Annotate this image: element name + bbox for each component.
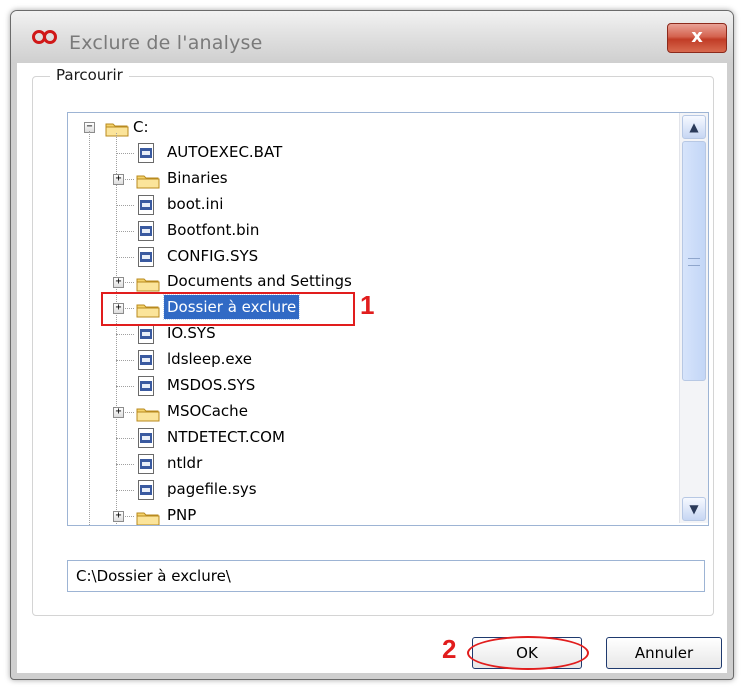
app-logo-icon [32, 30, 57, 44]
tree-file-row[interactable]: ldsleep.exe [68, 347, 668, 373]
tree-guide-line [116, 230, 134, 232]
tree-file-row[interactable]: AUTOEXEC.BAT [68, 140, 668, 166]
annotation-highlight-ellipse [467, 636, 589, 670]
file-icon [138, 453, 154, 474]
file-icon [138, 142, 154, 163]
tree-guide-line [116, 334, 134, 336]
tree-guide-line [116, 256, 134, 258]
file-icon [138, 220, 154, 241]
tree-file-row[interactable]: ntldr [68, 451, 668, 477]
file-icon [138, 479, 154, 500]
tree-file-row[interactable]: boot.ini [68, 192, 668, 218]
tree-item-label: MSOCache [167, 401, 248, 420]
tree-item-label: Documents and Settings [167, 272, 352, 291]
tree-file-row[interactable]: Bootfont.bin [68, 218, 668, 244]
tree-item-label: CONFIG.SYS [167, 246, 259, 265]
tree-item-label: NTDETECT.COM [167, 427, 285, 446]
close-icon: x [691, 26, 703, 47]
file-icon [138, 324, 154, 345]
annotation-step-2: 2 [442, 634, 457, 664]
window-title: Exclure de l'analyse [69, 32, 263, 54]
scroll-down-button[interactable]: ▼ [682, 497, 706, 521]
expand-toggle-icon[interactable]: + [113, 277, 124, 289]
tree-guide-line [116, 463, 134, 465]
title-bar[interactable]: Exclure de l'analyse x [11, 11, 733, 63]
file-icon [138, 376, 154, 396]
selected-path-value: C:\Dossier à exclure\ [76, 567, 231, 585]
tree-item-label: Bootfont.bin [167, 220, 260, 239]
tree-item-label: PNP [167, 505, 197, 524]
tree-file-row[interactable]: pagefile.sys [68, 477, 668, 503]
folder-icon [105, 119, 129, 137]
browse-group-label: Parcourir [50, 66, 129, 84]
tree-file-row[interactable]: MSDOS.SYS [68, 373, 668, 399]
folder-icon [136, 508, 160, 525]
tree-folder-row[interactable]: + PNP [68, 503, 668, 525]
tree-guide-line [116, 204, 134, 206]
tree-guide-line [116, 386, 134, 387]
tree-root-label: C: [133, 118, 149, 136]
tree-file-row[interactable]: NTDETECT.COM [68, 425, 668, 451]
tree-guide-line [116, 489, 134, 491]
tree-item-label: MSDOS.SYS [167, 376, 256, 394]
tree-root-row[interactable]: − C: [68, 114, 668, 140]
tree-item-label: ntldr [167, 453, 203, 472]
cancel-button[interactable]: Annuler [606, 637, 722, 669]
tree-item-label: boot.ini [167, 194, 224, 213]
tree-item-label: Binaries [167, 168, 228, 187]
selected-path-field[interactable]: C:\Dossier à exclure\ [67, 560, 705, 592]
tree-item-label: ldsleep.exe [167, 350, 253, 369]
tree-guide-line [116, 360, 134, 362]
file-icon [138, 350, 154, 371]
tree-file-row[interactable]: CONFIG.SYS [68, 244, 668, 270]
tree-folder-row[interactable]: + MSOCache [68, 399, 668, 425]
expand-toggle-icon[interactable]: + [113, 510, 124, 522]
expand-toggle-icon[interactable]: + [113, 173, 124, 185]
tree-guide-line [116, 152, 134, 154]
annotation-highlight-box [101, 292, 355, 326]
tree-folder-row[interactable]: + Binaries [68, 166, 668, 192]
file-icon [138, 194, 154, 215]
folder-icon [136, 404, 160, 422]
expand-toggle-icon[interactable]: + [113, 406, 124, 418]
tree-item-label: AUTOEXEC.BAT [167, 142, 283, 161]
annotation-step-1: 1 [360, 290, 375, 320]
vertical-scrollbar[interactable]: ▲ ▼ [679, 113, 708, 523]
scroll-grip-icon [688, 258, 700, 266]
file-icon [138, 427, 154, 448]
folder-icon [136, 274, 160, 292]
tree-item-label: pagefile.sys [167, 479, 257, 498]
close-button[interactable]: x [667, 23, 727, 53]
scroll-up-button[interactable]: ▲ [682, 115, 706, 139]
scroll-thumb[interactable] [682, 141, 706, 381]
file-icon [138, 246, 154, 267]
folder-icon [136, 171, 160, 189]
tree-guide-line [116, 437, 134, 439]
